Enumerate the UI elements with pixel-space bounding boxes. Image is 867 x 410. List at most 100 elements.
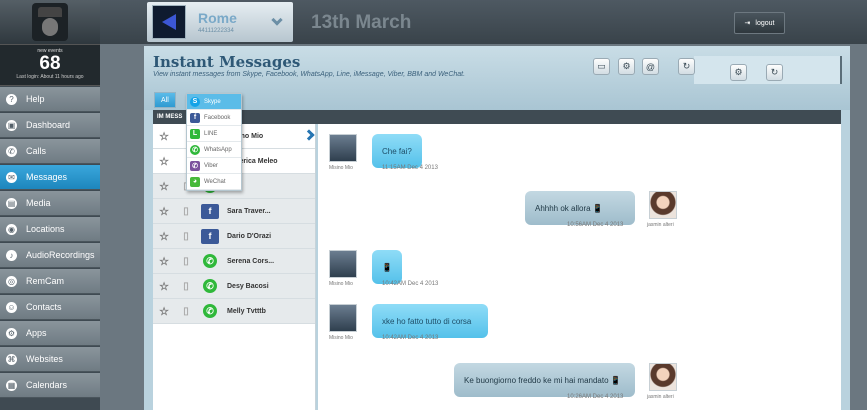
thread-name: Melly Tvtttb [227,307,266,315]
thread-name: Sara Traver... [227,207,271,215]
audio-icon: ♪ [6,249,17,261]
thread-row[interactable]: ☆ ▯ f Dario D'Orazi [153,224,315,249]
device-number: 44111222334 [198,28,234,34]
calendar-icon: ▦ [6,379,17,391]
events-counter: new events 68 Last login: About 11 hours… [0,44,100,86]
dropdown-item-label: WeChat [204,178,226,185]
lock-icon: ▯ [183,280,189,292]
sidebar-item-dashboard[interactable]: ▣ Dashboard [0,113,100,138]
whatsapp-icon: ✆ [203,254,217,268]
sender-name: Misino Mio [329,165,353,171]
dropdown-item-whatsapp[interactable]: ✆ WhatsApp [187,142,241,158]
whatsapp-icon: ✆ [203,304,217,318]
table-header: IM MESS [153,110,841,124]
sidebar-item-help[interactable]: ? Help [0,87,100,112]
star-icon[interactable]: ☆ [153,255,175,268]
star-icon[interactable]: ☆ [153,205,175,218]
logout-label: logout [755,19,775,27]
viber-icon: ✆ [190,160,200,171]
sender-name: Misino Mio [329,281,353,287]
sidebar-item-contacts[interactable]: ☺ Contacts [0,295,100,320]
keyboard-icon[interactable]: ▭ [593,58,610,75]
star-icon[interactable]: ☆ [153,130,175,143]
sender-name: jasmin alteri [647,394,674,400]
device-name: Rome [198,10,237,26]
top-bar: Rome 44111222334 13th March ⇥ logout [100,0,867,44]
dropdown-item-facebook[interactable]: f Facebook [187,110,241,126]
settings-icon-secondary[interactable]: ⚙ [730,64,747,81]
location-icon: ◉ [6,223,17,235]
dropdown-item-viber[interactable]: ✆ Viber [187,158,241,174]
sidebar-item-label: AudioRecordings [26,250,95,260]
instant-messages-panel: Instant Messages View instant messages f… [144,46,850,410]
skype-icon: S [190,96,200,107]
sidebar-item-apps[interactable]: ⚙ Apps [0,321,100,346]
device-selector[interactable]: Rome 44111222334 [147,2,293,42]
page-title: Instant Messages [153,53,301,71]
app-logo [0,0,100,44]
sidebar-item-label: Apps [26,328,47,338]
thread-row[interactable]: ☆ ▯ f Sara Traver... [153,199,315,224]
sidebar-item-media[interactable]: ▤ Media [0,191,100,216]
lock-icon: ▯ [183,305,189,317]
sidebar-item-label: Locations [26,224,65,234]
thread-row[interactable]: ☆ ▯ ✆ Serena Cors... [153,249,315,274]
last-login: Last login: About 11 hours ago [16,74,84,80]
chevron-right-icon [303,129,315,141]
star-icon[interactable]: ☆ [153,280,175,293]
camera-icon: ▣ [6,119,17,131]
filter-all-button[interactable]: All [154,92,176,108]
message-time: 10:56AM Dec 4 2013 [567,222,624,228]
settings-icon[interactable]: ⚙ [618,58,635,75]
device-flag-icon [152,5,186,39]
wechat-icon: ◕ [190,176,200,187]
sidebar-item-label: Dashboard [26,120,71,130]
conversation-view: Misino Mio Che fai? 11:15AM Dec 4 2013 j… [318,124,841,410]
thread-row[interactable]: ☆ ▯ ✆ Desy Bacosi [153,274,315,299]
thread-name: Desy Bacosi [227,282,269,290]
dropdown-item-line[interactable]: L LINE [187,126,241,142]
message-bubble: xke ho fatto tutto di corsa [372,304,488,338]
media-icon: ▤ [6,197,17,209]
star-icon[interactable]: ☆ [153,230,175,243]
app-filter-dropdown: S Skype f Facebook L LINE ✆ WhatsApp ✆ Viber … [186,93,242,191]
message-time: 10:42AM Dec 4 2013 [382,281,439,287]
refresh-icon[interactable]: ↻ [678,58,695,75]
avatar [329,134,357,162]
facebook-icon: f [201,203,219,219]
at-sign-icon[interactable]: @ [642,58,659,75]
contacts-icon: ☺ [6,301,17,313]
sidebar-item-messages[interactable]: ✉ Messages [0,165,100,190]
dropdown-item-label: WhatsApp [204,146,232,153]
dropdown-item-label: Facebook [204,114,231,121]
dropdown-item-skype[interactable]: S Skype [187,94,241,110]
sidebar-item-label: Media [26,198,51,208]
sidebar-item-locations[interactable]: ◉ Locations [0,217,100,242]
star-icon[interactable]: ☆ [153,180,175,193]
avatar [649,363,677,391]
whatsapp-icon: ✆ [203,279,217,293]
remcam-icon: ◎ [6,275,17,287]
lock-icon: ▯ [183,205,189,217]
lock-icon: ▯ [183,230,189,242]
sidebar-item-websites[interactable]: ⌘ Websites [0,347,100,372]
sidebar-item-label: Calendars [26,380,68,390]
refresh-icon-secondary[interactable]: ↻ [766,64,783,81]
thread-name: Dario D'Orazi [227,232,272,240]
sidebar-item-label: Help [26,94,45,104]
sidebar-item-audiorecordings[interactable]: ♪ AudioRecordings [0,243,100,268]
avatar [649,191,677,219]
dropdown-item-wechat[interactable]: ◕ WeChat [187,174,241,190]
dropdown-item-label: Viber [204,162,218,169]
thread-row[interactable]: ☆ ▯ ✆ Melly Tvtttb [153,299,315,324]
star-icon[interactable]: ☆ [153,155,175,168]
sidebar-item-remcam[interactable]: ◎ RemCam [0,269,100,294]
help-icon: ? [6,93,17,105]
logout-button[interactable]: ⇥ logout [734,12,785,34]
panel-header: Instant Messages View instant messages f… [144,46,850,110]
events-count: 68 [39,53,61,74]
chevron-down-icon[interactable] [271,14,283,26]
star-icon[interactable]: ☆ [153,305,175,318]
sidebar-item-calendars[interactable]: ▦ Calendars [0,373,100,398]
sidebar-item-calls[interactable]: ✆ Calls [0,139,100,164]
